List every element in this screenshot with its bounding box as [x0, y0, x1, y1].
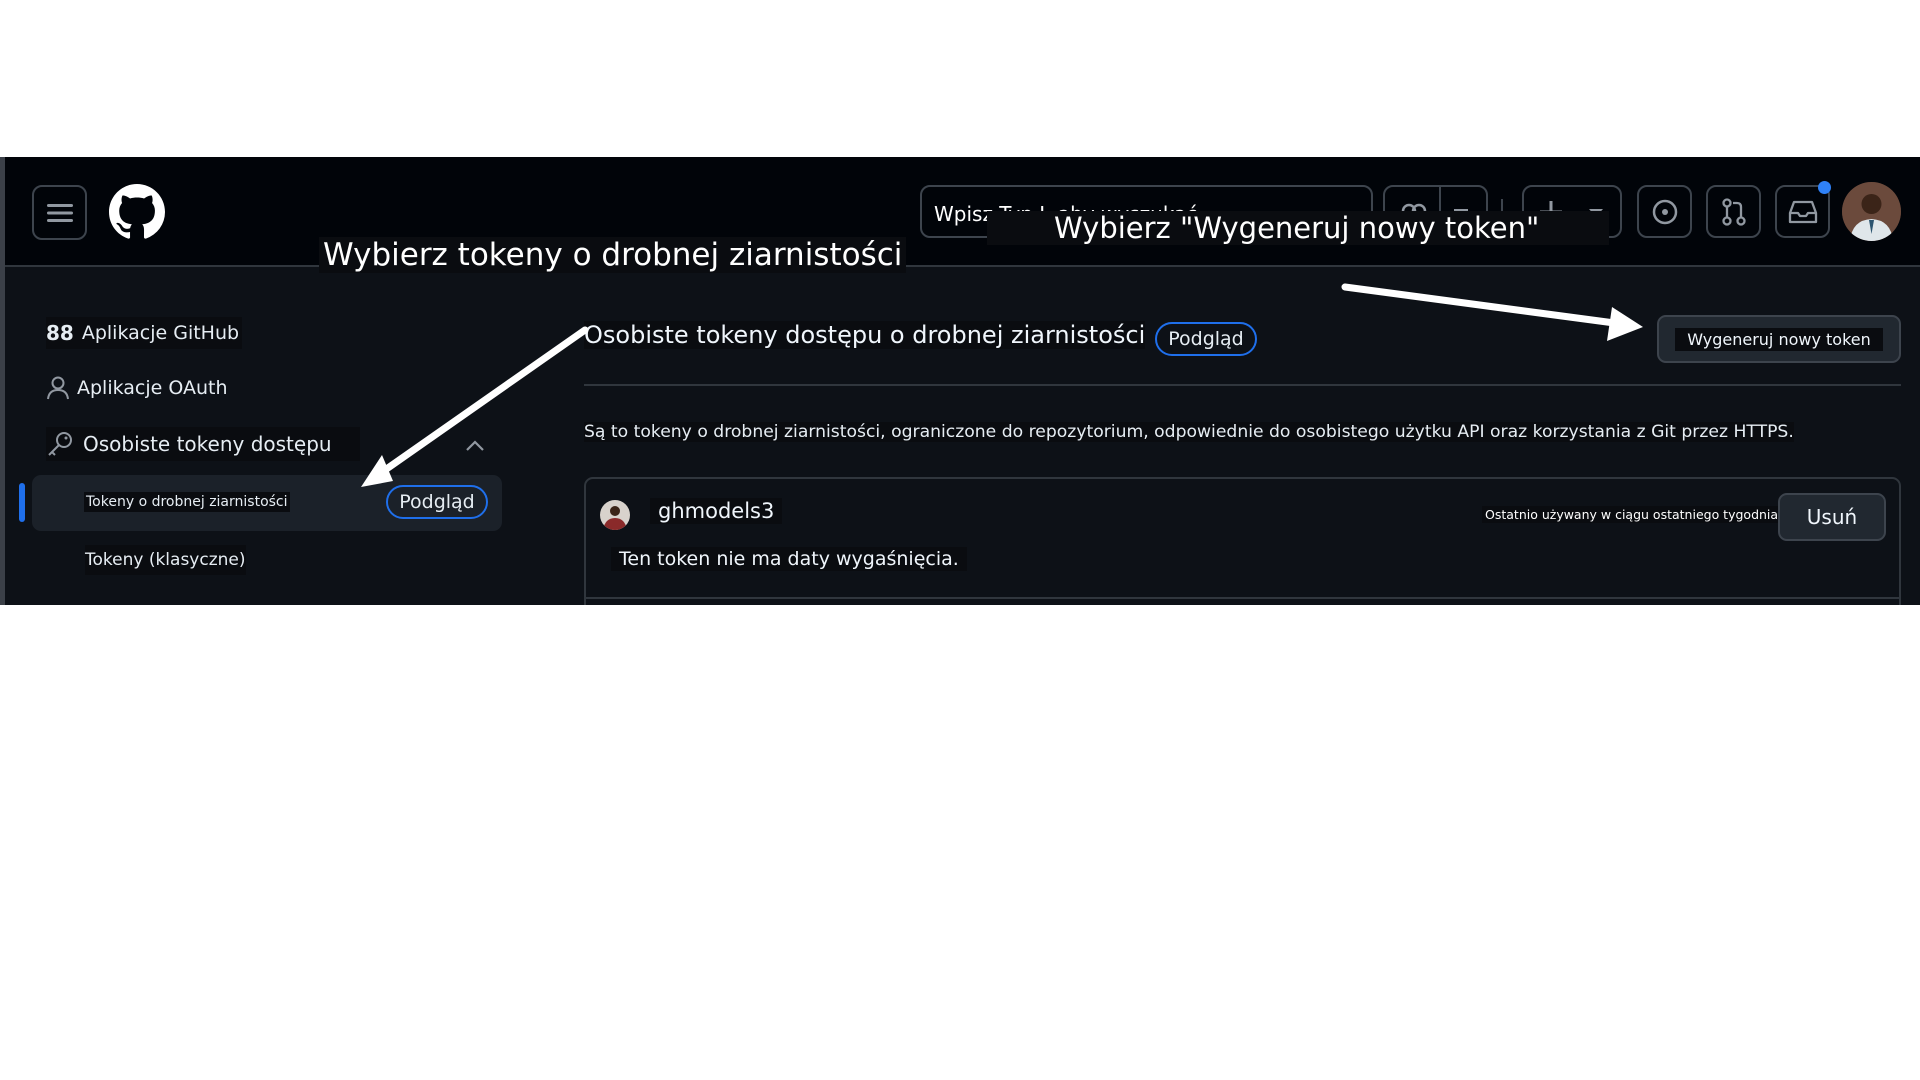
- arrowhead-fine-grained: [361, 455, 393, 487]
- arrow-to-generate: [1341, 283, 1626, 328]
- github-screenshot: Wpisz Typ I, aby wyszukać: [0, 157, 1920, 605]
- arrow-to-fine-grained: [371, 326, 589, 481]
- annotation-fine-grained: Wybierz tokeny o drobnej ziarnistości: [319, 237, 907, 273]
- arrowhead-generate: [1607, 307, 1643, 341]
- annotation-arrows: [361, 283, 1643, 487]
- annotation-generate: Wybierz "Wygeneruj nowy token": [987, 211, 1610, 245]
